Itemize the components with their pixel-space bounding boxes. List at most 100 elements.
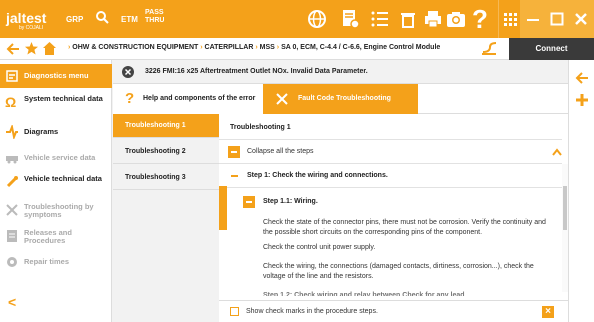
- troubleshooting-item[interactable]: Troubleshooting 2: [113, 140, 219, 164]
- show-checkmarks-label: Show check marks in the procedure steps.: [246, 308, 378, 315]
- globe-icon[interactable]: [307, 9, 327, 29]
- sidebar-item-troubleshooting-by-symptoms[interactable]: Troubleshooting by symptoms: [0, 198, 112, 226]
- step-instruction: Check the state of the connector pins, t…: [263, 219, 546, 236]
- sidebar-item-label: Releases and Procedures: [24, 228, 72, 245]
- add-icon[interactable]: [575, 93, 589, 107]
- right-panel: [568, 60, 594, 322]
- printer-icon[interactable]: [423, 9, 443, 29]
- camera-icon[interactable]: [446, 9, 466, 29]
- content-title: Troubleshooting 1: [230, 124, 291, 131]
- substep-title: Step 1.1: Wiring.: [263, 198, 318, 205]
- navigation-bar: › OHW & CONSTRUCTION EQUIPMENT › CATERPI…: [0, 38, 594, 60]
- step-collapse-icon[interactable]: [231, 175, 238, 177]
- trash-icon[interactable]: [398, 9, 418, 29]
- breadcrumb: › OHW & CONSTRUCTION EQUIPMENT › CATERPI…: [68, 44, 441, 51]
- sidebar-item-diagrams[interactable]: Diagrams: [0, 120, 112, 144]
- content-header: Troubleshooting 1: [219, 114, 562, 140]
- back-arrow-icon[interactable]: [6, 42, 20, 56]
- sidebar-item-repair-times[interactable]: Repair times: [0, 250, 112, 274]
- app-logo: jaltest: [6, 10, 46, 26]
- sidebar: Diagnostics menu Ω System technical data…: [0, 60, 112, 322]
- breadcrumb-item[interactable]: SA 0, ECM, C-4.4 / C-6.6, Engine Control…: [281, 44, 440, 51]
- sidebar-item-label: System technical data: [24, 94, 103, 103]
- collapse-all-icon[interactable]: [228, 146, 240, 158]
- chevron-up-icon[interactable]: [552, 148, 562, 156]
- minimize-icon[interactable]: [526, 12, 540, 26]
- tab-help-and-components[interactable]: ? Help and components of the error: [113, 84, 263, 114]
- troubleshooting-item[interactable]: Troubleshooting 3: [113, 166, 219, 190]
- tab-fault-code-troubleshooting[interactable]: Fault Code Troubleshooting: [263, 84, 418, 114]
- vehicle-icon: [6, 156, 18, 164]
- help-button[interactable]: ?: [472, 4, 488, 35]
- omega-icon: Ω: [5, 94, 17, 110]
- pass-line2: THRU: [145, 17, 165, 24]
- wrench-icon: [6, 176, 18, 188]
- pass-thru-label[interactable]: PASS THRU: [145, 9, 164, 25]
- step-title: Step 1: Check the wiring and connections…: [247, 172, 388, 179]
- troubleshooting-list: Troubleshooting 1 Troubleshooting 2 Trou…: [113, 114, 219, 322]
- troubleshooting-item-label: Troubleshooting 2: [125, 148, 186, 155]
- top-bar: jaltest by COJALI GRP ETM PASS THRU ?: [0, 0, 594, 38]
- home-icon[interactable]: [42, 41, 57, 56]
- close-circle-icon[interactable]: [122, 66, 134, 78]
- troubleshooting-item-label: Troubleshooting 3: [125, 174, 186, 181]
- logo-text: jaltest: [6, 10, 47, 26]
- etm-label[interactable]: ETM: [121, 15, 138, 24]
- side-panel-handle[interactable]: [219, 186, 227, 230]
- list-icon[interactable]: [370, 9, 390, 29]
- favorites-star-icon[interactable]: [24, 41, 39, 56]
- document-icon: [7, 230, 17, 242]
- substep-collapse-icon[interactable]: [243, 196, 255, 208]
- collapse-sidebar-button[interactable]: <: [8, 294, 16, 310]
- close-icon[interactable]: [574, 12, 588, 26]
- troubleshooting-item-label: Troubleshooting 1: [125, 122, 186, 129]
- breadcrumb-item[interactable]: MSS: [260, 44, 275, 51]
- sidebar-item-diagnostics-menu[interactable]: Diagnostics menu: [0, 64, 112, 88]
- bottom-bar: Show check marks in the procedure steps.…: [219, 300, 568, 322]
- sidebar-item-vehicle-technical-data[interactable]: Vehicle technical data: [0, 170, 112, 198]
- breadcrumb-item[interactable]: CATERPILLAR: [205, 44, 254, 51]
- sidebar-item-system-technical-data[interactable]: Ω System technical data: [0, 90, 112, 118]
- tab-label: Help and components of the error: [143, 95, 256, 102]
- troubleshooting-content: Troubleshooting 1 Collapse all the steps…: [219, 114, 568, 322]
- logo-subtitle: by COJALI: [19, 25, 44, 31]
- gear-icon: [7, 257, 17, 267]
- sidebar-item-releases-and-procedures[interactable]: Releases and Procedures: [0, 224, 112, 252]
- grid-icon: [504, 13, 517, 26]
- question-icon: ?: [125, 90, 135, 107]
- error-code-text: 3226 FMI:16 x25 Aftertreatment Outlet NO…: [145, 68, 368, 75]
- report-icon[interactable]: [340, 9, 360, 29]
- error-code-bar: 3226 FMI:16 x25 Aftertreatment Outlet NO…: [113, 60, 568, 84]
- sidebar-item-label: Diagnostics menu: [24, 71, 89, 80]
- diagram-icon: [6, 125, 18, 139]
- connect-button[interactable]: Connect: [509, 38, 594, 60]
- tools-icon: [276, 93, 288, 105]
- sidebar-item-label: Troubleshooting by symptoms: [24, 202, 94, 219]
- breadcrumb-item[interactable]: OHW & CONSTRUCTION EQUIPMENT: [72, 44, 198, 51]
- window-controls: [520, 0, 594, 38]
- sidebar-item-label: Vehicle technical data: [24, 174, 102, 183]
- collapse-all-row[interactable]: Collapse all the steps: [219, 140, 562, 164]
- maximize-icon[interactable]: [550, 12, 564, 26]
- grp-label[interactable]: GRP: [66, 15, 83, 24]
- step-instruction: Check the control unit power supply.: [263, 244, 376, 251]
- pass-line1: PASS: [145, 9, 164, 16]
- back-arrow-icon[interactable]: [575, 72, 589, 84]
- sidebar-item-label: Vehicle service data: [24, 153, 96, 162]
- troubleshooting-item[interactable]: Troubleshooting 1: [113, 114, 219, 138]
- substep-title-partial: Step 1.2: Check wiring and relay between…: [263, 292, 465, 296]
- show-checkmarks-checkbox[interactable]: [230, 307, 239, 316]
- scrollbar-thumb[interactable]: [563, 186, 567, 230]
- step-instruction: Check the wiring, the connections (damag…: [263, 263, 534, 280]
- tab-bar: ? Help and components of the error Fault…: [113, 84, 568, 114]
- search-vehicle-icon[interactable]: [95, 10, 109, 24]
- apps-grid-button[interactable]: [498, 0, 520, 38]
- tab-label: Fault Code Troubleshooting: [298, 95, 391, 102]
- sidebar-item-vehicle-service-data[interactable]: Vehicle service data: [0, 146, 112, 170]
- collapse-all-label: Collapse all the steps: [247, 148, 314, 155]
- sidebar-item-label: Repair times: [24, 257, 70, 266]
- sidebar-item-label: Diagrams: [24, 127, 59, 136]
- step-row[interactable]: Step 1: Check the wiring and connections…: [219, 164, 562, 188]
- close-button[interactable]: ×: [542, 306, 554, 318]
- tools-icon: [6, 204, 18, 216]
